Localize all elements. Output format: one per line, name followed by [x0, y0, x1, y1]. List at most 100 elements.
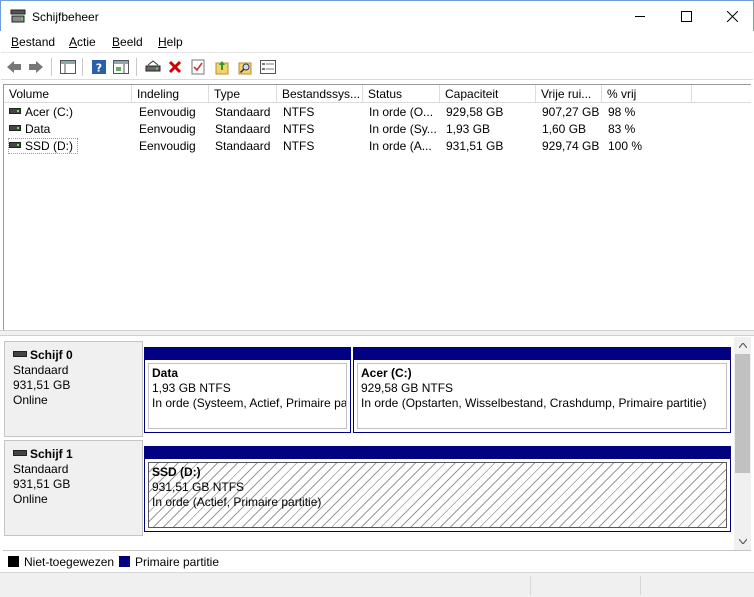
table-row[interactable]: Acer (C:) Eenvoudig Standaard NTFS In or…: [4, 104, 751, 121]
partition-size: 929,58 GB NTFS: [361, 381, 454, 395]
scroll-up-button[interactable]: [734, 337, 751, 354]
table-row[interactable]: SSD (D:) Eenvoudig Standaard NTFS In ord…: [4, 138, 751, 155]
volume-percent-free: 100 %: [608, 139, 643, 153]
volume-filesystem: NTFS: [283, 105, 315, 119]
minimize-button[interactable]: [617, 1, 663, 31]
status-pane: [530, 576, 531, 595]
maximize-icon: [680, 10, 692, 22]
close-button[interactable]: [709, 1, 754, 31]
maximize-button[interactable]: [663, 1, 709, 31]
delete-icon: [168, 60, 182, 74]
minimize-icon: [634, 15, 645, 17]
legend-swatch-unallocated: [8, 556, 19, 567]
volume-percent-free: 98 %: [608, 105, 636, 119]
status-bar: [0, 572, 754, 597]
volume-filesystem: NTFS: [283, 122, 315, 136]
legend-label-unallocated: Niet-toegewezen: [24, 555, 115, 569]
volume-type: Standaard: [215, 105, 271, 119]
search-folder-button[interactable]: [236, 58, 254, 76]
volume-list-header: Volume Indeling Type Bestandssys... Stat…: [4, 85, 751, 103]
drive-icon: [9, 108, 21, 114]
status-pane: [640, 576, 641, 595]
volume-name: Data: [25, 122, 51, 136]
menu-actie[interactable]: Actie: [69, 35, 96, 49]
scrollbar-thumb[interactable]: [735, 354, 750, 473]
legend-label-primary: Primaire partitie: [135, 555, 220, 569]
column-volume[interactable]: Volume: [4, 85, 132, 103]
volume-free-space: 1,60 GB: [542, 122, 587, 136]
pane-splitter[interactable]: [0, 330, 754, 336]
partition-data[interactable]: Data 1,93 GB NTFS In orde (Systeem, Acti…: [144, 347, 351, 433]
primary-partition-bar: [144, 446, 731, 459]
help-button[interactable]: ?: [90, 58, 108, 76]
column-capaciteit[interactable]: Capaciteit: [440, 85, 536, 103]
column-status[interactable]: Status: [363, 85, 440, 103]
window-title: Schijfbeheer: [32, 10, 99, 24]
close-icon: [726, 10, 738, 22]
volume-free-space: 907,27 GB: [542, 105, 600, 119]
disk-0-label[interactable]: Schijf 0 Standaard 931,51 GB Online: [4, 341, 143, 437]
partition-acer-c[interactable]: Acer (C:) 929,58 GB NTFS In orde (Opstar…: [353, 347, 731, 433]
disk-drive-icon: [13, 450, 27, 456]
volume-free-space: 929,74 GB: [542, 139, 600, 153]
partition-status: In orde (Actief, Primaire partitie): [152, 495, 322, 509]
column-vrije-ruimte[interactable]: Vrije rui...: [536, 85, 602, 103]
menu-bestand[interactable]: Bestand: [11, 35, 55, 49]
drive-icon: [9, 125, 21, 131]
menu-help[interactable]: Help: [158, 35, 183, 49]
volume-type: Standaard: [215, 122, 271, 136]
connect-drive-icon: [145, 60, 161, 72]
column-type[interactable]: Type: [209, 85, 277, 103]
title-bar: Schijfbeheer: [0, 0, 754, 31]
volume-name: Acer (C:): [25, 105, 73, 119]
disk-drive-icon: [13, 351, 27, 357]
legend: Niet-toegewezen Primaire partitie: [3, 550, 751, 571]
volume-filesystem: NTFS: [283, 139, 315, 153]
partition-name: Acer (C:): [361, 366, 412, 380]
volume-type: Standaard: [215, 139, 271, 153]
settings-list-button[interactable]: [259, 58, 277, 76]
help-icon: ?: [92, 60, 106, 75]
details-pane-button[interactable]: [112, 58, 130, 76]
connect-drive-button[interactable]: [144, 58, 162, 76]
volume-percent-free: 83 %: [608, 122, 636, 136]
column-bestandssysteem[interactable]: Bestandssys...: [277, 85, 363, 103]
disk-layout-pane: Schijf 0 Standaard 931,51 GB Online Data…: [3, 337, 751, 550]
settings-list-icon: [260, 60, 276, 74]
scroll-down-button[interactable]: [734, 533, 751, 550]
column-indeling[interactable]: Indeling: [132, 85, 209, 103]
primary-partition-bar: [353, 347, 731, 360]
forward-arrow-icon: [29, 61, 43, 73]
back-button[interactable]: [5, 58, 23, 76]
column-procent-vrij[interactable]: % vrij: [602, 85, 692, 103]
volume-status: In orde (A...: [369, 139, 432, 153]
volume-layout: Eenvoudig: [139, 105, 196, 119]
volume-status: In orde (Sy...: [369, 122, 437, 136]
disk-pane-scrollbar[interactable]: [734, 337, 751, 550]
table-row[interactable]: Data Eenvoudig Standaard NTFS In orde (S…: [4, 121, 751, 138]
volume-list[interactable]: Volume Indeling Type Bestandssys... Stat…: [3, 84, 751, 330]
partition-ssd-d[interactable]: SSD (D:) 931,51 GB NTFS In orde (Actief,…: [144, 446, 731, 532]
volume-status: In orde (O...: [369, 105, 434, 119]
forward-button[interactable]: [27, 58, 45, 76]
drive-icon: [9, 142, 21, 148]
partition-name: Data: [152, 366, 179, 380]
partition-size: 1,93 GB NTFS: [152, 381, 231, 395]
disk-size: 931,51 GB: [13, 477, 71, 491]
legend-swatch-primary: [119, 556, 130, 567]
properties-button[interactable]: [189, 58, 207, 76]
disk-type: Standaard: [13, 363, 69, 377]
chevron-down-icon: [738, 539, 747, 544]
disk-management-icon: [10, 9, 26, 23]
disk-state: Online: [13, 393, 48, 407]
menu-beeld[interactable]: Beeld: [112, 35, 143, 49]
primary-partition-bar: [144, 347, 351, 360]
disk-1-label[interactable]: Schijf 1 Standaard 931,51 GB Online: [4, 440, 143, 536]
delete-button[interactable]: [166, 58, 184, 76]
volume-name: SSD (D:): [25, 139, 73, 153]
focused-volume: SSD (D:): [8, 138, 78, 154]
volume-layout: Eenvoudig: [139, 122, 196, 136]
console-tree-button[interactable]: [59, 58, 77, 76]
open-folder-button[interactable]: [213, 58, 231, 76]
disk-name: Schijf 0: [30, 348, 73, 362]
